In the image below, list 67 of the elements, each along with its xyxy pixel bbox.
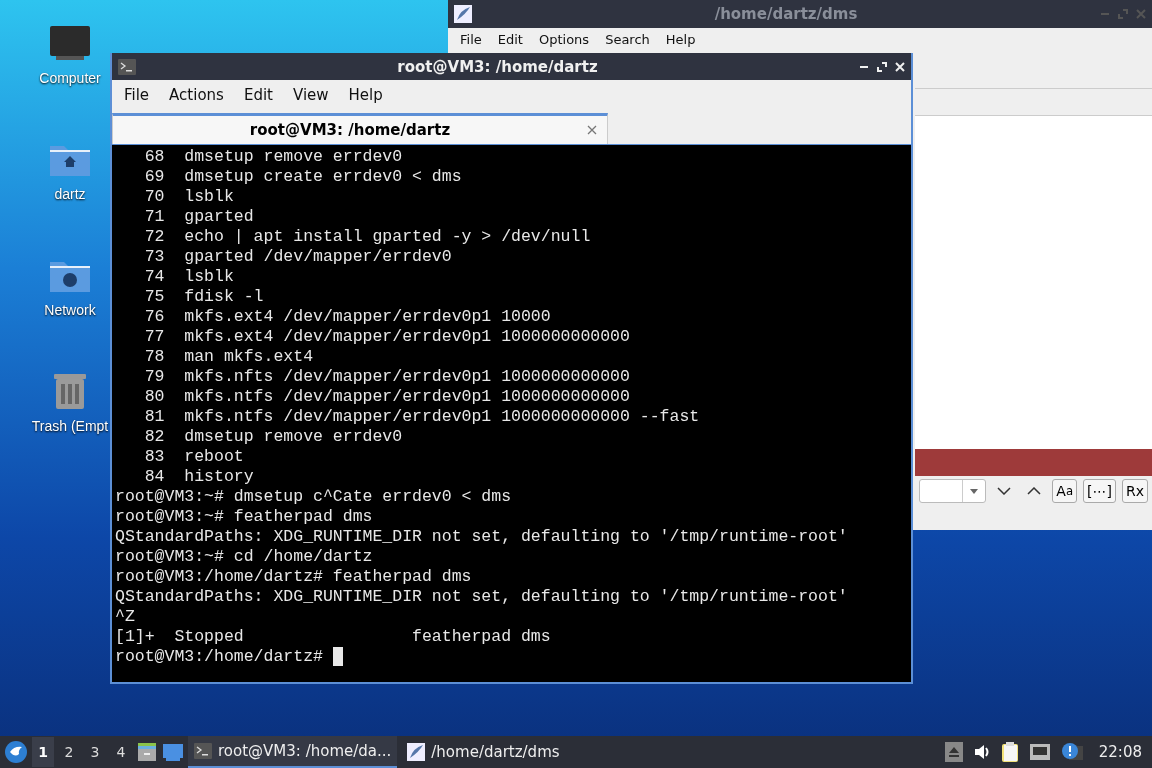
terminal-line: 79 mkfs.nfts /dev/mapper/errdev0p1 1000000000000 — [143, 367, 630, 387]
desktop-icon[interactable] — [162, 742, 184, 762]
terminal-line: root@VM3:/home/dartz# — [115, 647, 324, 667]
terminal-line: 70 lsblk — [143, 187, 234, 207]
desktop-icon-label[interactable]: Trash (Empt — [31, 418, 109, 434]
taskbar-task[interactable]: /home/dartz/dms — [401, 736, 566, 768]
menu-item[interactable]: Options — [530, 31, 598, 47]
clock[interactable]: 22:08 — [1098, 743, 1142, 761]
dropdown-icon[interactable] — [970, 488, 979, 494]
search-field[interactable] — [919, 479, 987, 503]
feather-app-icon — [407, 743, 426, 761]
terminal-line: ^Z — [115, 607, 135, 627]
file-cabinet-icon[interactable] — [136, 741, 158, 763]
search-option-button[interactable]: [⋯] — [1083, 479, 1116, 503]
workspace-button[interactable]: 1 — [32, 737, 54, 767]
workspace-button[interactable]: 2 — [58, 737, 80, 767]
menu-item[interactable]: Edit — [489, 31, 531, 47]
workspace-button[interactable]: 3 — [84, 737, 106, 767]
terminal-icon — [194, 743, 212, 759]
menu-item[interactable]: File — [114, 86, 160, 104]
chevron-up-icon[interactable] — [1027, 487, 1042, 495]
volume-icon[interactable] — [972, 744, 991, 760]
taskbar-task[interactable]: root@VM3: /home/da... — [188, 736, 398, 768]
search-option-button[interactable]: Rx — [1122, 479, 1148, 503]
terminal-line: 77 mkfs.ext4 /dev/mapper/errdev0p1 1000000000000 — [143, 327, 630, 347]
terminal-line: 82 dmsetup remove errdev0 — [143, 427, 403, 447]
menu-item[interactable]: Edit — [233, 86, 283, 104]
window-title: root@VM3: /home/dartz — [396, 57, 599, 76]
terminal-tab[interactable]: root@VM3: /home/dartz — [112, 113, 608, 144]
terminal-line: 73 gparted /dev/mapper/errdev0 — [143, 247, 452, 267]
menu-item[interactable]: File — [452, 31, 490, 47]
desktop-icon-label[interactable]: Network — [44, 302, 96, 318]
terminal-line: 71 gparted — [143, 207, 254, 227]
terminal-line: 78 man mkfs.ext4 — [143, 347, 314, 367]
notification-icon[interactable] — [1060, 742, 1083, 762]
terminal-icon — [118, 58, 136, 75]
terminal-line: 83 reboot — [143, 447, 244, 467]
terminal-line: QStandardPaths: XDG_RUNTIME_DIR not set, defaulting to '/tmp/runtime-root' — [115, 527, 848, 547]
terminal-line: root@VM3:/home/dartz# featherpad dms — [115, 567, 472, 587]
terminal-line: 74 lsblk — [143, 267, 234, 287]
terminal-line: 72 echo | apt install gparted -y > /dev/null — [143, 227, 591, 247]
menu-item[interactable]: Help — [338, 86, 393, 104]
clipboard-icon[interactable] — [1000, 741, 1019, 763]
menu-item[interactable]: Help — [657, 31, 704, 47]
terminal-line: 84 history — [143, 467, 254, 487]
terminal-line: 69 dmsetup create errdev0 < dms — [143, 167, 462, 187]
terminal-line: 68 dmsetup remove errdev0 — [143, 147, 403, 167]
terminal-line: 81 mkfs.ntfs /dev/mapper/errdev0p1 1000000000000 --fast — [143, 407, 700, 427]
chevron-down-icon[interactable] — [997, 487, 1012, 495]
terminal-line: 76 mkfs.ext4 /dev/mapper/errdev0p1 10000 — [143, 307, 551, 327]
workspace-button[interactable]: 4 — [110, 737, 132, 767]
terminal-line: QStandardPaths: XDG_RUNTIME_DIR not set, defaulting to '/tmp/runtime-root' — [115, 587, 848, 607]
network-icon[interactable] — [1028, 743, 1051, 761]
terminal-line: root@VM3:~# dmsetup c^Cate errdev0 < dms — [115, 487, 512, 507]
window-title: /home/dartz/dms — [713, 5, 859, 23]
terminal-line: 80 mkfs.ntfs /dev/mapper/errdev0p1 1000000000000 — [143, 387, 630, 407]
menu-item[interactable]: Search — [597, 31, 658, 47]
eject-icon[interactable] — [944, 742, 963, 762]
feather-app-icon — [454, 5, 472, 23]
terminal-line: root@VM3:~# cd /home/dartz — [115, 547, 373, 567]
text-cursor — [332, 647, 343, 666]
terminal-line: root@VM3:~# featherpad dms — [115, 507, 373, 527]
menu-item[interactable]: View — [282, 86, 339, 104]
menu-item[interactable]: Actions — [159, 86, 234, 104]
terminal-line: [1]+ Stopped featherpad dms — [115, 627, 551, 647]
terminal-line: 75 fdisk -l — [143, 287, 264, 307]
start-menu-icon[interactable] — [4, 740, 28, 764]
